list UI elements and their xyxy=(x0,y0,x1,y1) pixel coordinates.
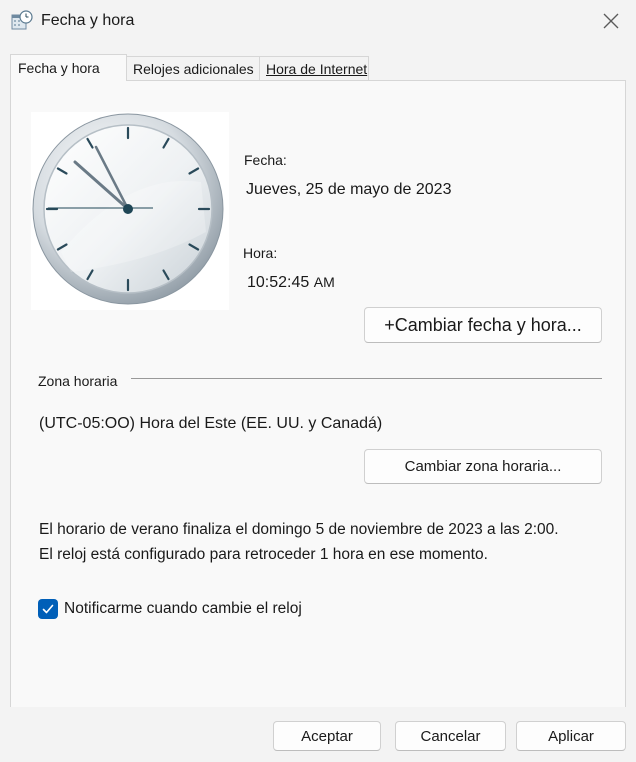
tab-hora-de-internet[interactable]: Hora de Internet xyxy=(260,56,369,81)
apply-button[interactable]: Aplicar xyxy=(516,721,626,751)
title-bar: Fecha y hora xyxy=(0,0,636,42)
notify-checkbox[interactable] xyxy=(38,599,58,619)
cancel-button[interactable]: Cancelar xyxy=(395,721,506,751)
close-button[interactable] xyxy=(598,8,624,34)
tab-relojes-adicionales[interactable]: Relojes adicionales xyxy=(127,56,260,81)
dst-info-line-1: El horario de verano finaliza el domingo… xyxy=(39,521,559,538)
notify-label[interactable]: Notificarme cuando cambie el reloj xyxy=(64,600,302,618)
tab-label: Hora de Internet xyxy=(266,61,368,77)
time-value: 10:52:45 AM xyxy=(247,274,335,292)
dialog-footer: Aceptar Cancelar Aplicar xyxy=(0,707,636,762)
time-label: Hora: xyxy=(243,245,278,261)
analog-clock xyxy=(31,112,229,310)
clock-face-icon xyxy=(32,113,224,305)
time-digits: 10:52:45 xyxy=(247,274,310,291)
date-time-dialog: Fecha y hora Fecha y hora Relojes adicio… xyxy=(0,0,636,762)
change-timezone-button[interactable]: Cambiar zona horaria... xyxy=(364,449,602,484)
section-divider xyxy=(131,378,602,379)
date-label: Fecha: xyxy=(244,152,287,168)
ok-button[interactable]: Aceptar xyxy=(273,721,381,751)
calendar-clock-icon xyxy=(11,10,33,32)
window-title: Fecha y hora xyxy=(41,12,135,29)
timezone-section-label: Zona horaria xyxy=(38,373,118,389)
tab-fecha-y-hora[interactable]: Fecha y hora xyxy=(10,54,127,81)
change-date-time-button[interactable]: +Cambiar fecha y hora... xyxy=(364,307,602,343)
timezone-value: (UTC-05:OO) Hora del Este (EE. UU. y Can… xyxy=(39,415,383,432)
tab-label: Fecha y hora xyxy=(18,60,100,76)
tab-label: Relojes adicionales xyxy=(133,61,254,77)
date-value: Jueves, 25 de mayo de 2023 xyxy=(246,181,452,198)
checkmark-icon xyxy=(42,604,54,614)
time-ampm: AM xyxy=(313,274,335,290)
dst-info-line-2: El reloj está configurado para retrocede… xyxy=(39,546,488,563)
close-icon xyxy=(603,13,619,29)
